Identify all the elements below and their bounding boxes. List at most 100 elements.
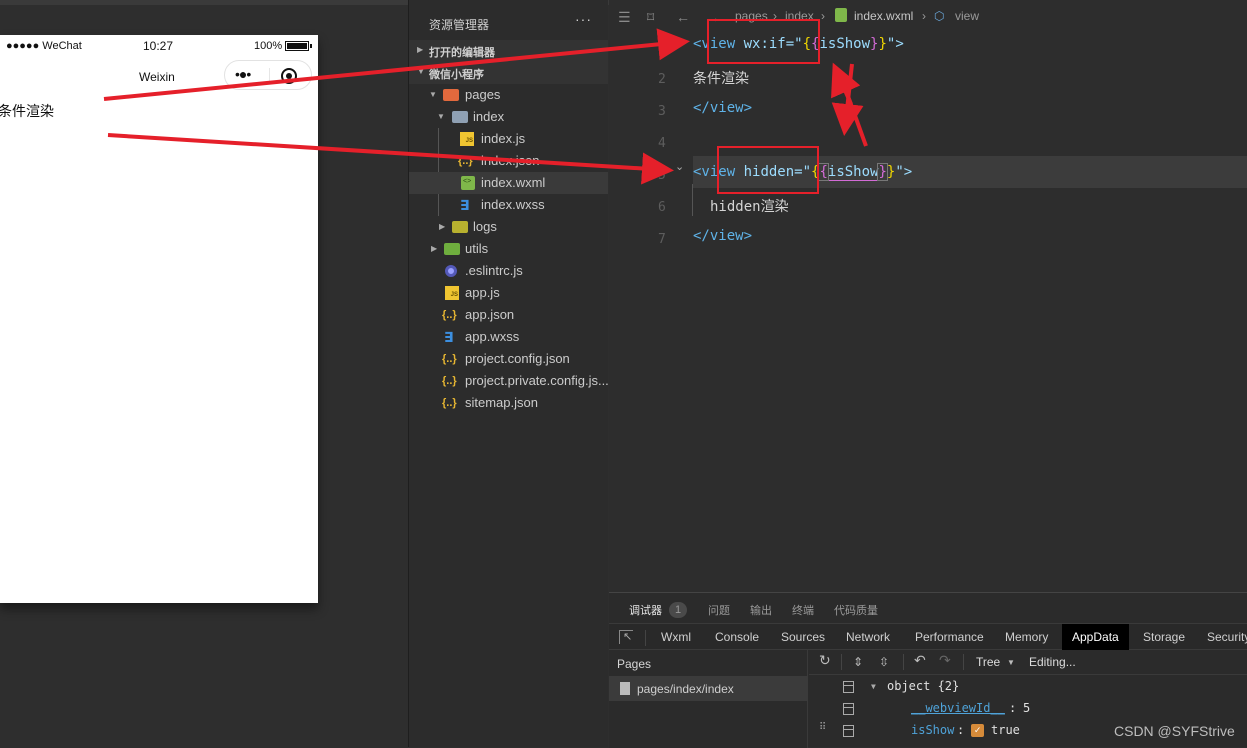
dropdown-arrow-icon[interactable]: ▼: [1007, 658, 1015, 667]
collapse-box-icon[interactable]: [843, 681, 854, 693]
breadcrumb-item[interactable]: view: [955, 9, 979, 23]
folder-icon: [452, 221, 468, 233]
code-line[interactable]: 5 ⌄ <view hidden="{{isShow}}">: [609, 160, 1247, 192]
tree-item-app-js[interactable]: JS app.js: [409, 282, 608, 304]
expand-all-icon[interactable]: ⇕: [853, 655, 863, 669]
collapse-all-icon[interactable]: ⇳: [879, 655, 889, 669]
tree-item-label: logs: [473, 219, 497, 234]
collapse-box-icon[interactable]: [843, 725, 854, 737]
bookmark-icon[interactable]: ⌑: [647, 9, 654, 26]
checkbox-checked-icon[interactable]: ✓: [971, 724, 984, 737]
devtools-tab-performance[interactable]: Performance: [905, 624, 994, 650]
status-bar: ●●●●● WeChat 10:27 100%: [0, 35, 318, 57]
colon: :: [1009, 701, 1017, 715]
capsule-menu[interactable]: •●•: [224, 60, 312, 90]
tree-item-index-wxss[interactable]: ∃ index.wxss: [409, 194, 608, 216]
code-text: </view>: [693, 228, 753, 244]
more-icon[interactable]: •●•: [235, 66, 251, 82]
toolbar-divider: [645, 630, 646, 646]
line-number: 7: [658, 232, 666, 247]
code-line[interactable]: 2 条件渲染: [609, 64, 1247, 96]
page-item[interactable]: pages/index/index: [609, 676, 808, 701]
token-attr-end: ">: [895, 164, 913, 180]
devtools-tab-console[interactable]: Console: [705, 624, 769, 650]
list-icon[interactable]: ☰: [618, 9, 631, 26]
more-actions-icon[interactable]: ···: [575, 11, 592, 27]
nav-title: Weixin: [139, 70, 175, 84]
phone-simulator: ●●●●● WeChat 10:27 100% Weixin •●• 条件渲染: [0, 35, 318, 603]
back-arrow-icon[interactable]: ←: [676, 9, 690, 25]
devtools-tab-memory[interactable]: Memory: [995, 624, 1058, 650]
tree-item-index-wxml[interactable]: index.wxml: [409, 172, 608, 194]
fold-chevron-icon[interactable]: ⌄: [675, 160, 684, 173]
edit-status: Editing...: [1029, 655, 1076, 669]
tree-item-app-wxss[interactable]: ∃ app.wxss: [409, 326, 608, 348]
eslint-file-icon: [445, 265, 457, 277]
pages-list: Pages pages/index/index: [609, 650, 808, 748]
section-open-editors[interactable]: ▶ 打开的编辑器: [409, 40, 608, 62]
tree-item-app-json[interactable]: {..} app.json: [409, 304, 608, 326]
tree-item-label: app.json: [465, 307, 515, 322]
capsule-divider: [269, 68, 270, 84]
file-explorer: 资源管理器 ··· ▶ 打开的编辑器 ▼ 微信小程序 ▼ pages ▼ ind…: [409, 0, 609, 747]
tree-value[interactable]: true: [991, 723, 1020, 737]
toolbar-divider: [963, 654, 964, 670]
collapse-box-icon[interactable]: [843, 703, 854, 715]
fold-chevron-icon[interactable]: ⌄: [675, 32, 684, 45]
redo-icon[interactable]: ↷: [939, 652, 951, 669]
tab-problems[interactable]: 问题: [708, 602, 730, 618]
tree-item-label: utils: [465, 241, 489, 256]
wxss-file-icon: ∃: [460, 197, 470, 213]
tree-item-label: sitemap.json: [465, 395, 538, 410]
tree-item-index-json[interactable]: {..} index.json: [409, 150, 608, 172]
tree-item-label: app.wxss: [465, 329, 520, 344]
tree-item-eslintrc[interactable]: .eslintrc.js: [409, 260, 608, 282]
refresh-icon[interactable]: ↻: [819, 652, 831, 669]
breadcrumb-item[interactable]: index.wxml: [854, 9, 913, 23]
code-line[interactable]: 3 </view>: [609, 96, 1247, 128]
tree-item-index-js[interactable]: JS index.js: [409, 128, 608, 150]
token-attr-end: ">: [886, 36, 904, 52]
tree-item-logs[interactable]: ▶ logs: [409, 216, 608, 238]
devtools-tab-sources[interactable]: Sources: [771, 624, 835, 650]
tree-item-label: index.wxml: [481, 175, 546, 190]
code-line[interactable]: 1 ⌄ <view wx:if="{{isShow}}">: [609, 32, 1247, 64]
explorer-title: 资源管理器: [429, 18, 490, 32]
tree-key: __webviewId__: [911, 701, 1005, 715]
view-mode-select[interactable]: Tree: [976, 655, 1000, 669]
chevron-down-icon[interactable]: ▼: [871, 682, 876, 691]
explorer-header: 资源管理器 ···: [409, 5, 608, 39]
tree-item-pages[interactable]: ▼ pages: [409, 84, 608, 106]
undo-icon[interactable]: ↶: [914, 652, 926, 669]
devtools-tab-storage[interactable]: Storage: [1133, 624, 1195, 650]
issue-count-badge: 1: [669, 602, 687, 618]
tree-item-label: pages: [465, 87, 501, 102]
tree-row-root[interactable]: ▼ object {2}: [809, 676, 1247, 698]
inspect-element-icon[interactable]: [619, 630, 633, 644]
tree-item-project-config[interactable]: {..} project.config.json: [409, 348, 608, 370]
devtools-tab-appdata[interactable]: AppData: [1062, 624, 1129, 650]
close-miniprogram-icon[interactable]: [281, 68, 297, 84]
tree-item-utils[interactable]: ▶ utils: [409, 238, 608, 260]
code-text: </view>: [693, 100, 753, 116]
tree-item-sitemap[interactable]: {..} sitemap.json: [409, 392, 608, 414]
devtools-tab-wxml[interactable]: Wxml: [651, 624, 701, 650]
devtools-tab-network[interactable]: Network: [836, 624, 900, 650]
devtools-tabs: Wxml Console Sources Network Performance…: [609, 623, 1247, 650]
drag-handle-icon[interactable]: ⠿: [819, 723, 826, 733]
tab-terminal[interactable]: 终端: [792, 602, 814, 618]
section-project[interactable]: ▼ 微信小程序: [409, 62, 608, 84]
devtools-tab-security[interactable]: Security: [1197, 624, 1247, 650]
tree-value[interactable]: 5: [1023, 701, 1030, 715]
line-number: 6: [658, 200, 666, 215]
tree-item-project-private-config[interactable]: {..} project.private.config.js...: [409, 370, 609, 392]
tab-code-quality[interactable]: 代码质量: [834, 602, 878, 618]
code-line[interactable]: 6 hidden渲染: [609, 192, 1247, 224]
tree-row[interactable]: __webviewId__ : 5: [809, 698, 1247, 720]
code-line[interactable]: 7 </view>: [609, 224, 1247, 256]
tab-output[interactable]: 输出: [750, 602, 772, 618]
tree-item-index-folder[interactable]: ▼ index: [409, 106, 608, 128]
code-editor[interactable]: ☰ ⌑ ← → pages › index › index.wxml › ⬡ v…: [609, 0, 1247, 592]
panel-tabs: 调试器 1 问题 输出 终端 代码质量: [609, 593, 1247, 626]
tree-item-label: index.wxss: [481, 197, 545, 212]
